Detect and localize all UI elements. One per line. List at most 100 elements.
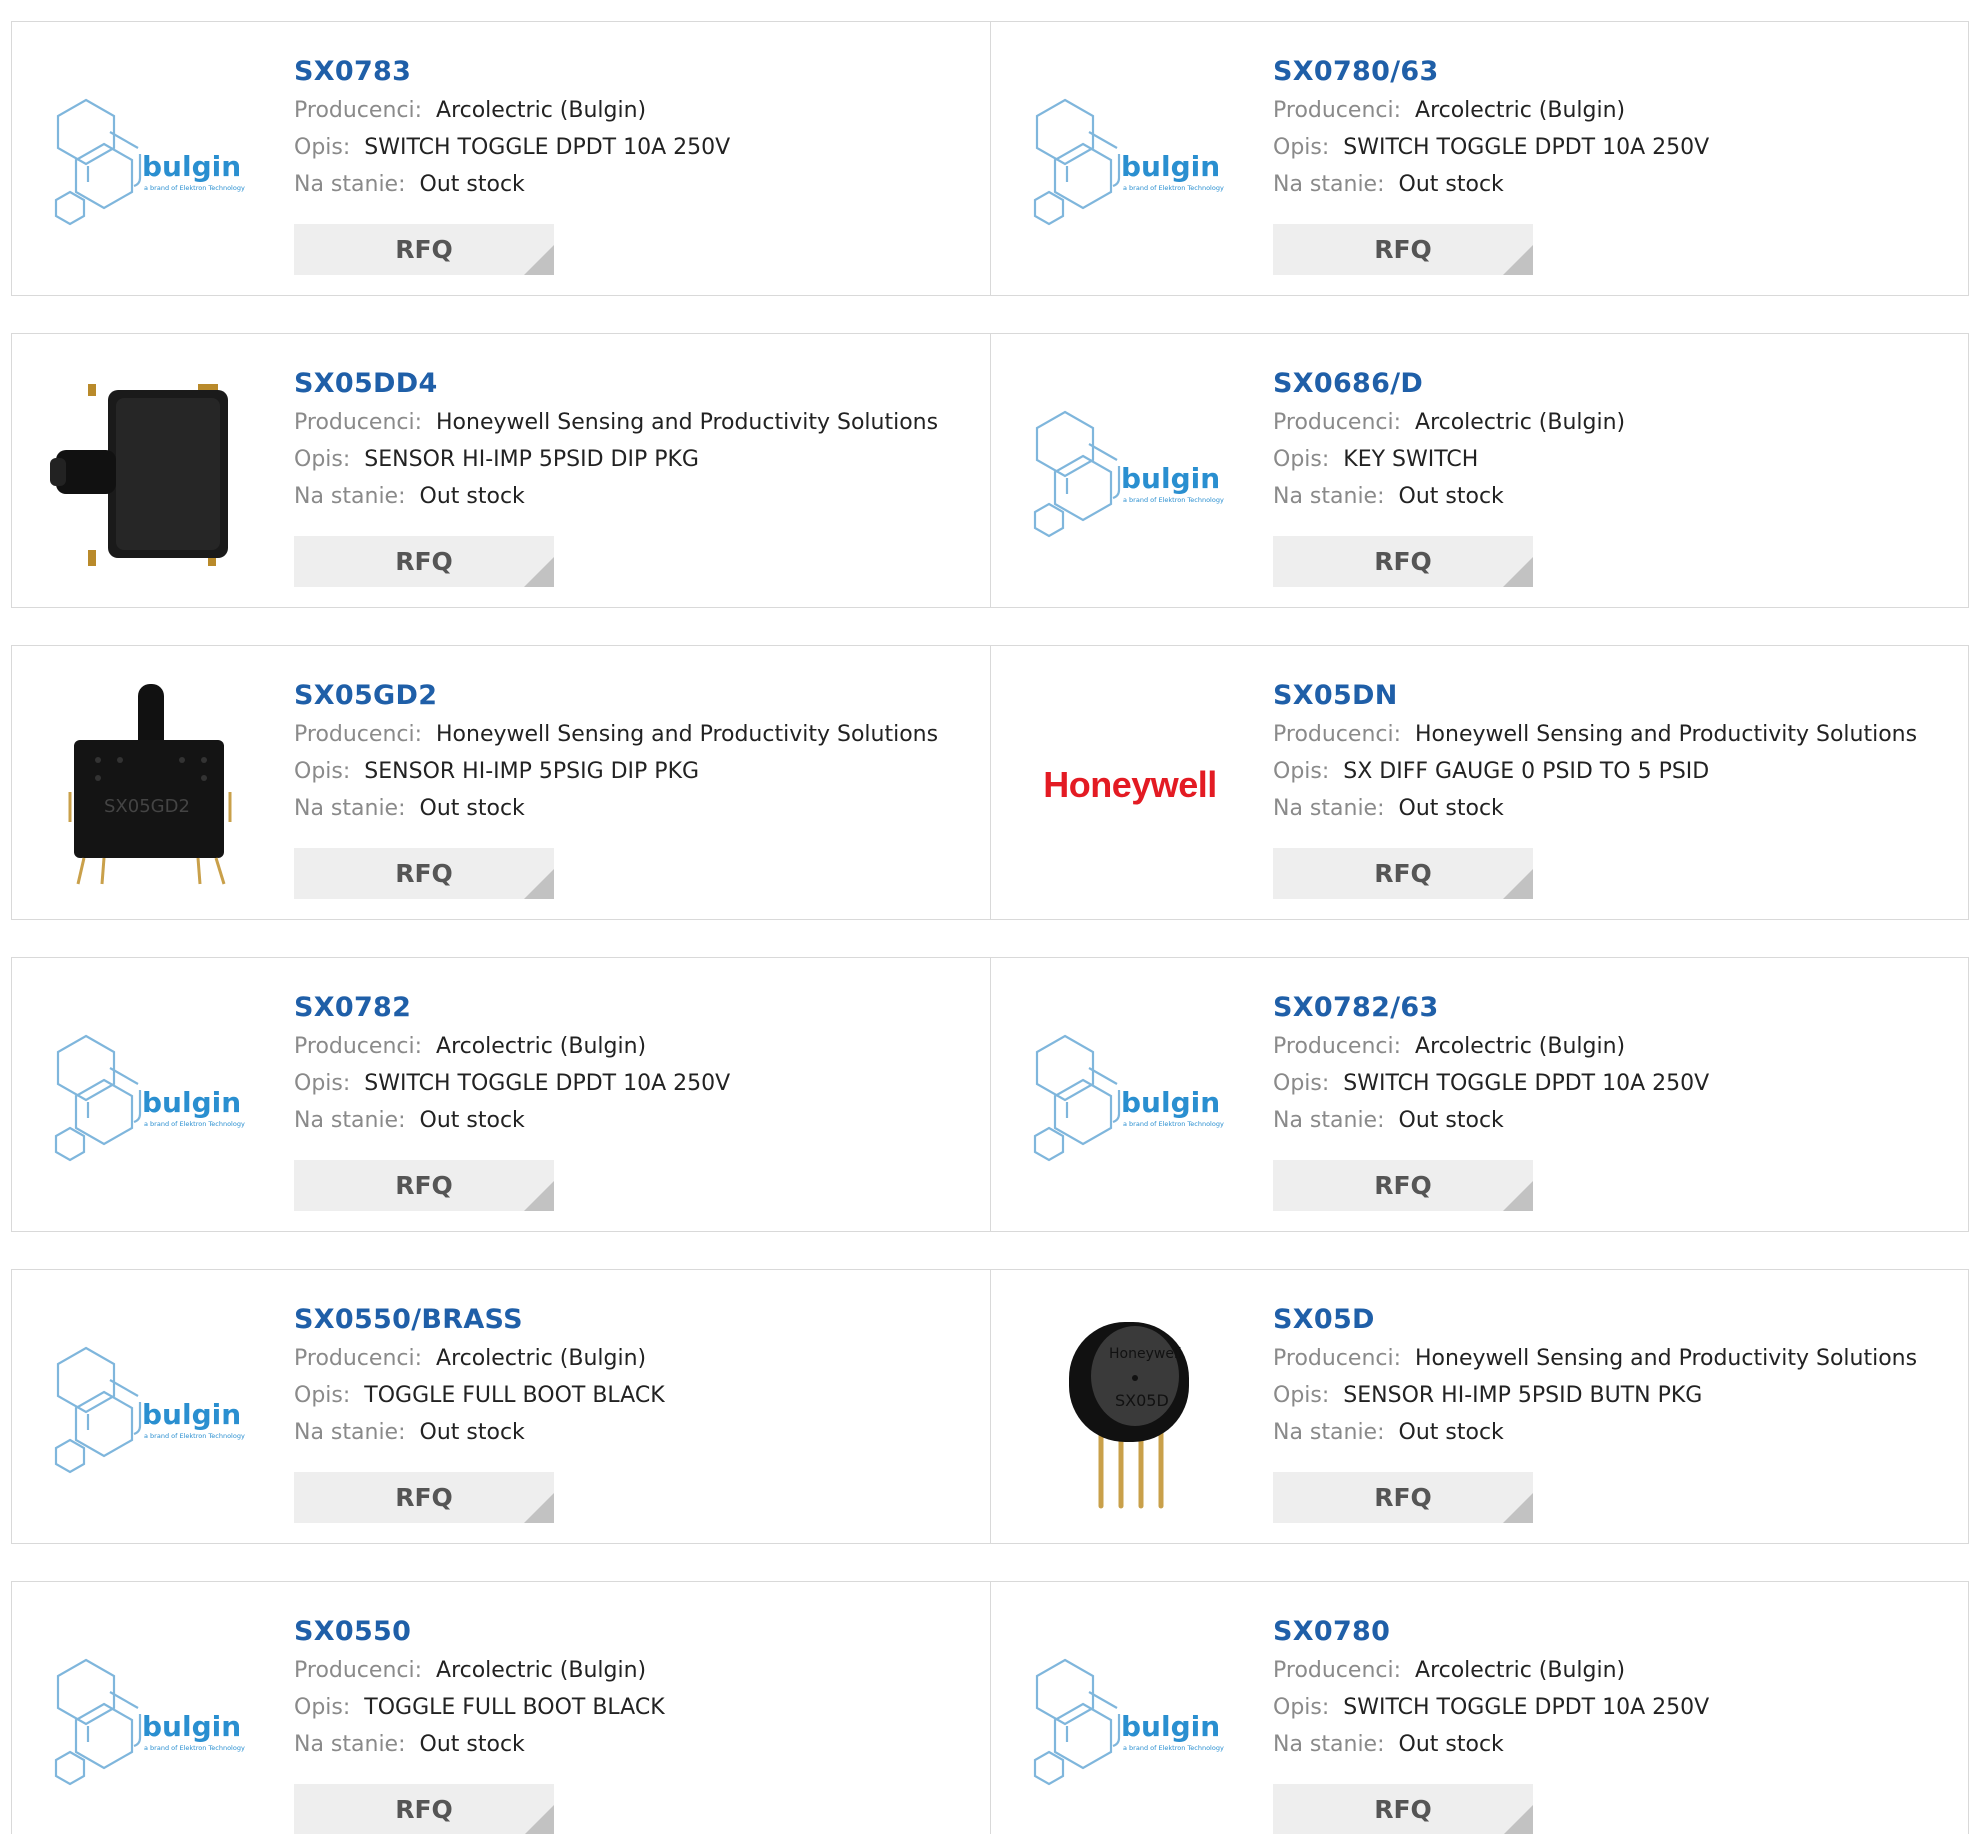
rfq-button[interactable]: RFQ [1273,1472,1533,1523]
part-number-link[interactable]: SX0550 [294,1612,665,1652]
manufacturer-row: Producenci: Arcolectric (Bulgin) [294,1652,665,1689]
stock-value: Out stock [419,1108,525,1133]
product-info: SX05D Producenci: Honeywell Sensing and P… [1273,1300,1917,1451]
honeywell-logo: Honeywell [1043,764,1217,805]
product-info: SX0782 Producenci: Arcolectric (Bulgin) O… [294,988,730,1139]
product-card: SX05DD4 Producenci: Honeywell Sensing and… [12,334,991,607]
product-image[interactable]: SX05GD2 [48,682,254,888]
manufacturer-row: Producenci: Arcolectric (Bulgin) [294,1028,730,1065]
rfq-button[interactable]: RFQ [1273,536,1533,587]
description-label: Opis: [1273,1071,1330,1096]
stock-value: Out stock [1398,484,1504,509]
description-label: Opis: [294,1383,351,1408]
manufacturer-label: Producenci: [1273,722,1402,747]
product-image[interactable]: bulgin a brand of Elektron Technology [48,58,254,264]
product-row: SX05GD2 SX05GD2 Producenci: Honeywell Sen… [11,645,1969,920]
stock-row: Na stanie: Out stock [1273,1102,1709,1139]
rfq-button[interactable]: RFQ [1273,1784,1533,1834]
rfq-button[interactable]: RFQ [294,1472,554,1523]
manufacturer-label: Producenci: [1273,98,1402,123]
part-number-link[interactable]: SX05GD2 [294,676,938,716]
manufacturer-row: Producenci: Arcolectric (Bulgin) [1273,404,1625,441]
part-number-link[interactable]: SX05D [1273,1300,1917,1340]
manufacturer-label: Producenci: [1273,1346,1402,1371]
svg-text:a brand of Elektron Technology: a brand of Elektron Technology [1123,496,1224,504]
part-number-link[interactable]: SX0782 [294,988,730,1028]
manufacturer-value: Honeywell Sensing and Productivity Solut… [436,410,939,435]
stock-label: Na stanie: [294,172,406,197]
stock-row: Na stanie: Out stock [294,1414,665,1451]
pressure-sensor-image: SX05GD2 [68,684,232,885]
rfq-button[interactable]: RFQ [294,1160,554,1211]
part-number-link[interactable]: SX0686/D [1273,364,1625,404]
product-card: Honeywell SX05D SX05D Producenci: Honeywe… [991,1270,1970,1543]
product-image[interactable]: bulgin a brand of Elektron Technology [48,1618,254,1824]
rfq-button[interactable]: RFQ [294,1784,554,1834]
bulgin-logo-icon: bulgin a brand of Elektron Technology [54,1658,245,1786]
description-value: SENSOR HI-IMP 5PSID DIP PKG [364,447,699,472]
manufacturer-label: Producenci: [294,722,423,747]
manufacturer-label: Producenci: [294,1034,423,1059]
manufacturer-value: Honeywell Sensing and Productivity Solut… [1415,722,1918,747]
corner-triangle-icon [524,557,554,587]
stock-row: Na stanie: Out stock [294,166,730,203]
description-value: SWITCH TOGGLE DPDT 10A 250V [364,135,731,160]
product-info: SX05GD2 Producenci: Honeywell Sensing and… [294,676,938,827]
rfq-label: RFQ [395,1795,453,1824]
part-number-link[interactable]: SX0783 [294,52,730,92]
svg-text:a brand of Elektron Technology: a brand of Elektron Technology [1123,1120,1224,1128]
part-number-link[interactable]: SX0780/63 [1273,52,1709,92]
rfq-button[interactable]: RFQ [1273,224,1533,275]
description-label: Opis: [1273,1383,1330,1408]
product-image[interactable]: bulgin a brand of Elektron Technology [48,994,254,1200]
rfq-button[interactable]: RFQ [294,848,554,899]
manufacturer-row: Producenci: Arcolectric (Bulgin) [294,92,730,129]
product-image[interactable]: Honeywell SX05D [1027,1306,1233,1512]
description-value: SX DIFF GAUGE 0 PSID TO 5 PSID [1343,759,1710,784]
stock-value: Out stock [419,484,525,509]
corner-triangle-icon [1503,1181,1533,1211]
corner-triangle-icon [524,245,554,275]
product-card: bulgin a brand of Elektron Technology SX… [12,1270,991,1543]
product-image[interactable]: bulgin a brand of Elektron Technology [1027,994,1233,1200]
stock-label: Na stanie: [294,796,406,821]
product-image[interactable]: bulgin a brand of Elektron Technology [1027,58,1233,264]
description-label: Opis: [1273,447,1330,472]
bulgin-logo-icon: bulgin a brand of Elektron Technology [1033,1658,1224,1786]
description-value: SWITCH TOGGLE DPDT 10A 250V [364,1071,731,1096]
svg-text:a brand of Elektron Technology: a brand of Elektron Technology [144,1120,245,1128]
product-info: SX0780/63 Producenci: Arcolectric (Bulgin… [1273,52,1709,203]
manufacturer-value: Arcolectric (Bulgin) [1415,98,1626,123]
rfq-label: RFQ [395,235,453,264]
stock-row: Na stanie: Out stock [294,1726,665,1763]
description-row: Opis: KEY SWITCH [1273,441,1625,478]
part-number-link[interactable]: SX05DN [1273,676,1917,716]
stock-label: Na stanie: [1273,484,1385,509]
part-number-link[interactable]: SX0780 [1273,1612,1709,1652]
description-row: Opis: SENSOR HI-IMP 5PSID DIP PKG [294,441,938,478]
bulgin-logo-icon: bulgin a brand of Elektron Technology [54,1034,245,1162]
part-number-link[interactable]: SX0550/BRASS [294,1300,665,1340]
rfq-button[interactable]: RFQ [1273,848,1533,899]
product-image[interactable]: bulgin a brand of Elektron Technology [1027,370,1233,576]
svg-text:bulgin: bulgin [1121,462,1220,495]
product-info: SX0782/63 Producenci: Arcolectric (Bulgin… [1273,988,1709,1139]
stock-value: Out stock [1398,1732,1504,1757]
rfq-button[interactable]: RFQ [294,224,554,275]
rfq-button[interactable]: RFQ [1273,1160,1533,1211]
rfq-button[interactable]: RFQ [294,536,554,587]
product-image[interactable]: bulgin a brand of Elektron Technology [1027,1618,1233,1824]
bulgin-logo-icon: bulgin a brand of Elektron Technology [1033,1034,1224,1162]
product-info: SX0550/BRASS Producenci: Arcolectric (Bul… [294,1300,665,1451]
description-label: Opis: [294,759,351,784]
stock-row: Na stanie: Out stock [1273,166,1709,203]
stock-row: Na stanie: Out stock [1273,478,1625,515]
product-image[interactable]: bulgin a brand of Elektron Technology [48,1306,254,1512]
description-value: SWITCH TOGGLE DPDT 10A 250V [1343,135,1710,160]
part-number-link[interactable]: SX05DD4 [294,364,938,404]
product-image[interactable] [48,370,254,576]
part-number-link[interactable]: SX0782/63 [1273,988,1709,1028]
svg-text:bulgin: bulgin [142,1398,241,1431]
product-image[interactable]: Honeywell [1027,682,1233,888]
stock-label: Na stanie: [294,1732,406,1757]
